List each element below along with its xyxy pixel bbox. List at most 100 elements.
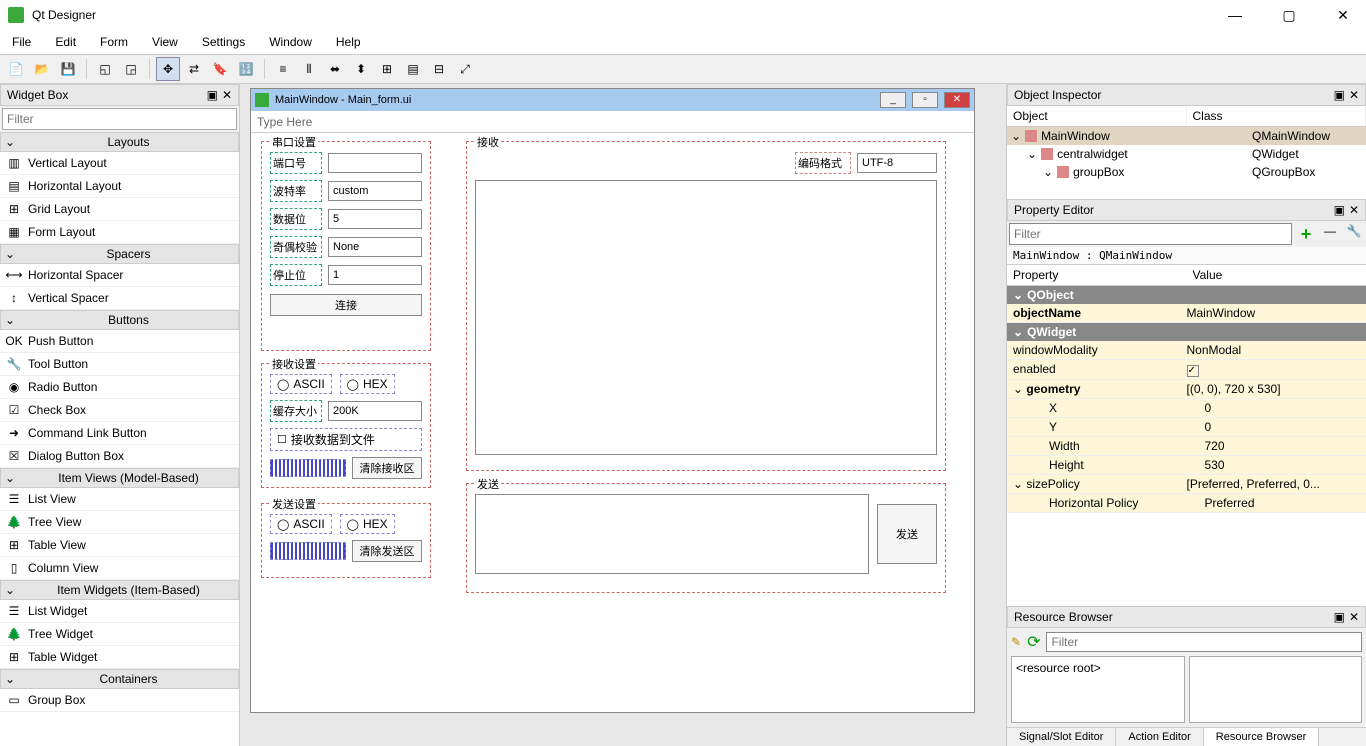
widget-item[interactable]: 🌲Tree View bbox=[0, 511, 239, 534]
prop-row[interactable]: objectNameMainWindow bbox=[1007, 304, 1366, 323]
design-close-button[interactable]: ✕ bbox=[944, 92, 970, 108]
widget-item[interactable]: ▭Group Box bbox=[0, 689, 239, 712]
radio-hex-send[interactable]: ◯ HEX bbox=[340, 514, 395, 534]
radio-hex[interactable]: ◯ HEX bbox=[340, 374, 395, 394]
widget-item[interactable]: ▥Vertical Layout bbox=[0, 152, 239, 175]
new-icon[interactable]: 📄 bbox=[4, 57, 28, 81]
category-header[interactable]: ⌄Buttons bbox=[0, 310, 239, 330]
remove-prop-icon[interactable]: — bbox=[1320, 224, 1340, 244]
object-row[interactable]: ⌄MainWindowQMainWindow bbox=[1007, 127, 1366, 145]
prop-row[interactable]: Height530 bbox=[1007, 456, 1366, 475]
layout-form-icon[interactable]: ▤ bbox=[401, 57, 425, 81]
object-inspector-tree[interactable]: ⌄MainWindowQMainWindow⌄centralwidgetQWid… bbox=[1007, 127, 1366, 199]
close-button[interactable]: ✕ bbox=[1328, 7, 1358, 24]
close-panel-icon[interactable]: ✕ bbox=[1349, 610, 1359, 624]
widget-item[interactable]: ▦Form Layout bbox=[0, 221, 239, 244]
clear-recv-button[interactable]: 清除接收区 bbox=[352, 457, 422, 479]
clear-send-button[interactable]: 清除发送区 bbox=[352, 540, 422, 562]
float-icon[interactable]: ▣ bbox=[1334, 610, 1345, 624]
widget-item[interactable]: 🌲Tree Widget bbox=[0, 623, 239, 646]
category-header[interactable]: ⌄Containers bbox=[0, 669, 239, 689]
property-filter[interactable] bbox=[1009, 223, 1292, 245]
category-header[interactable]: ⌄Item Views (Model-Based) bbox=[0, 468, 239, 488]
prop-row[interactable]: ⌄ geometry[(0, 0), 720 x 530] bbox=[1007, 380, 1366, 399]
send-back-icon[interactable]: ◱ bbox=[93, 57, 117, 81]
close-panel-icon[interactable]: ✕ bbox=[1349, 88, 1359, 102]
widget-item[interactable]: ☰List View bbox=[0, 488, 239, 511]
float-icon[interactable]: ▣ bbox=[1334, 203, 1345, 217]
category-header[interactable]: ⌄Layouts bbox=[0, 132, 239, 152]
wrench-icon[interactable]: 🔧 bbox=[1344, 224, 1364, 244]
menu-file[interactable]: File bbox=[8, 33, 35, 51]
prop-row[interactable]: Width720 bbox=[1007, 437, 1366, 456]
widget-item[interactable]: ⊞Table Widget bbox=[0, 646, 239, 669]
layout-hsplit-icon[interactable]: ⬌ bbox=[323, 57, 347, 81]
edit-buddies-icon[interactable]: 🔖 bbox=[208, 57, 232, 81]
maximize-button[interactable]: ▢ bbox=[1274, 7, 1304, 24]
bring-front-icon[interactable]: ◲ bbox=[119, 57, 143, 81]
edit-res-icon[interactable]: ✎ bbox=[1011, 635, 1021, 649]
field-select[interactable]: 5 bbox=[328, 209, 422, 229]
float-icon[interactable]: ▣ bbox=[207, 88, 218, 102]
widget-item[interactable]: ⊞Grid Layout bbox=[0, 198, 239, 221]
widget-item[interactable]: ☑Check Box bbox=[0, 399, 239, 422]
prop-row[interactable]: X0 bbox=[1007, 399, 1366, 418]
save-file-checkbox[interactable]: ☐ 接收数据到文件 bbox=[270, 428, 422, 451]
layout-h-icon[interactable]: ≡ bbox=[271, 57, 295, 81]
group-send[interactable]: 发送 发送 bbox=[466, 483, 946, 593]
design-minimize-button[interactable]: _ bbox=[880, 92, 906, 108]
prop-row[interactable]: Y0 bbox=[1007, 418, 1366, 437]
close-panel-icon[interactable]: ✕ bbox=[222, 88, 232, 102]
prop-row[interactable]: enabled bbox=[1007, 360, 1366, 380]
close-panel-icon[interactable]: ✕ bbox=[1349, 203, 1359, 217]
object-row[interactable]: ⌄groupBoxQGroupBox bbox=[1007, 163, 1366, 181]
layout-v-icon[interactable]: ⫴ bbox=[297, 57, 321, 81]
tab-signal-slot-editor[interactable]: Signal/Slot Editor bbox=[1007, 728, 1116, 746]
prop-category[interactable]: ⌄QWidget bbox=[1007, 323, 1366, 341]
widget-box-filter[interactable] bbox=[2, 108, 237, 130]
send-textarea[interactable] bbox=[475, 494, 869, 574]
prop-row[interactable]: windowModalityNonModal bbox=[1007, 341, 1366, 360]
radio-ascii-send[interactable]: ◯ ASCII bbox=[270, 514, 332, 534]
menu-view[interactable]: View bbox=[148, 33, 182, 51]
float-icon[interactable]: ▣ bbox=[1334, 88, 1345, 102]
resource-filter[interactable] bbox=[1046, 632, 1362, 652]
break-layout-icon[interactable]: ⊟ bbox=[427, 57, 451, 81]
edit-widgets-icon[interactable]: ✥ bbox=[156, 57, 180, 81]
field-select[interactable]: 1 bbox=[328, 265, 422, 285]
add-prop-icon[interactable]: + bbox=[1296, 224, 1316, 244]
widget-item[interactable]: ☒Dialog Button Box bbox=[0, 445, 239, 468]
layout-grid-icon[interactable]: ⊞ bbox=[375, 57, 399, 81]
send-button[interactable]: 发送 bbox=[877, 504, 937, 564]
tab-resource-browser[interactable]: Resource Browser bbox=[1204, 728, 1319, 746]
prop-row[interactable]: ⌄ sizePolicy[Preferred, Preferred, 0... bbox=[1007, 475, 1366, 494]
widget-item[interactable]: 🔧Tool Button bbox=[0, 353, 239, 376]
widget-item[interactable]: ⊞Table View bbox=[0, 534, 239, 557]
category-header[interactable]: ⌄Item Widgets (Item-Based) bbox=[0, 580, 239, 600]
widget-item[interactable]: ☰List Widget bbox=[0, 600, 239, 623]
design-window[interactable]: MainWindow - Main_form.ui _ ▫ ✕ Type Her… bbox=[250, 88, 975, 713]
tab-action-editor[interactable]: Action Editor bbox=[1116, 728, 1203, 746]
menu-edit[interactable]: Edit bbox=[51, 33, 80, 51]
menu-form[interactable]: Form bbox=[96, 33, 132, 51]
group-sendset[interactable]: 发送设置 ◯ ASCII ◯ HEX 清除发送区 bbox=[261, 503, 431, 578]
menu-window[interactable]: Window bbox=[265, 33, 316, 51]
enc-select[interactable]: UTF-8 bbox=[857, 153, 937, 173]
buf-select[interactable]: 200K bbox=[328, 401, 422, 421]
widget-item[interactable]: ⟷Horizontal Spacer bbox=[0, 264, 239, 287]
design-canvas[interactable]: MainWindow - Main_form.ui _ ▫ ✕ Type Her… bbox=[240, 84, 1006, 746]
design-menubar[interactable]: Type Here bbox=[251, 111, 974, 133]
widget-item[interactable]: ▤Horizontal Layout bbox=[0, 175, 239, 198]
field-select[interactable]: custom bbox=[328, 181, 422, 201]
object-row[interactable]: ⌄centralwidgetQWidget bbox=[1007, 145, 1366, 163]
minimize-button[interactable]: — bbox=[1220, 7, 1250, 24]
layout-vsplit-icon[interactable]: ⬍ bbox=[349, 57, 373, 81]
edit-tab-order-icon[interactable]: 🔢 bbox=[234, 57, 258, 81]
open-icon[interactable]: 📂 bbox=[30, 57, 54, 81]
property-tree[interactable]: ⌄QObjectobjectNameMainWindow⌄QWidgetwind… bbox=[1007, 286, 1366, 606]
resource-tree[interactable]: <resource root> bbox=[1011, 656, 1185, 723]
field-select[interactable]: None bbox=[328, 237, 422, 257]
prop-row[interactable]: Horizontal PolicyPreferred bbox=[1007, 494, 1366, 513]
widget-item[interactable]: ➜Command Link Button bbox=[0, 422, 239, 445]
menu-help[interactable]: Help bbox=[332, 33, 365, 51]
